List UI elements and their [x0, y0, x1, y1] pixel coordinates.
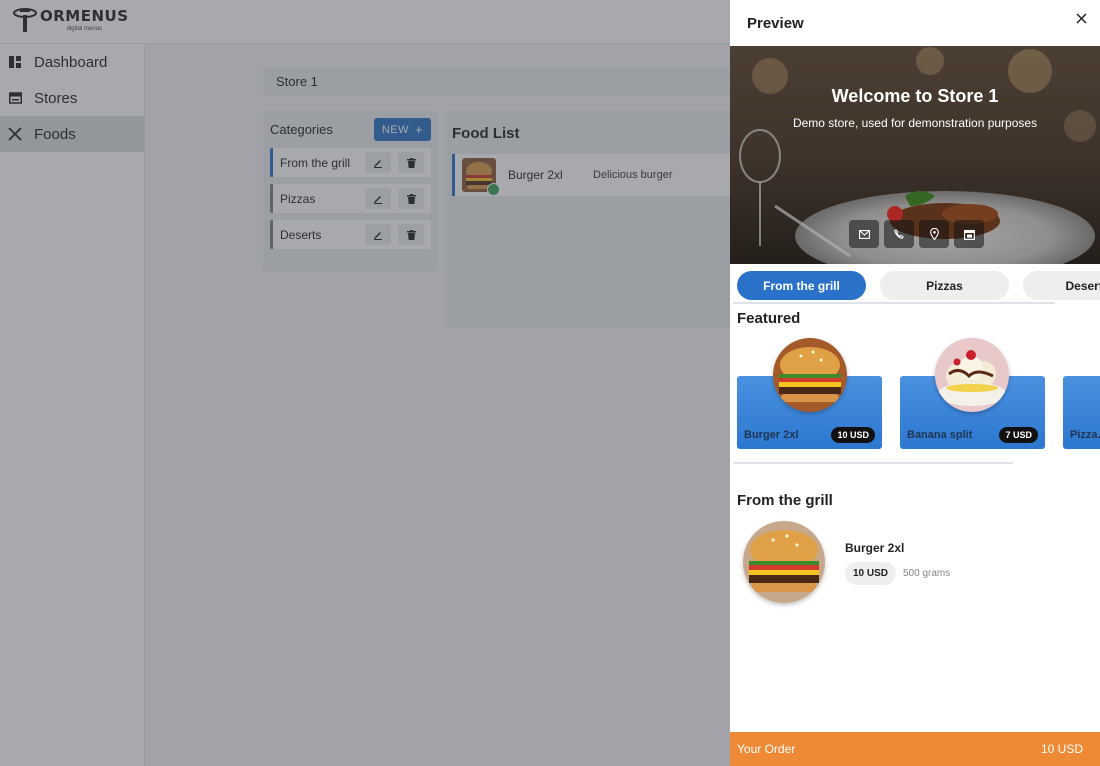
mail-button[interactable] — [849, 220, 879, 248]
featured-price: 7 USD — [999, 427, 1038, 443]
hero-title: Welcome to Store 1 — [831, 86, 999, 106]
menu-item-name: Burger 2xl — [845, 541, 905, 555]
modal-backdrop[interactable] — [0, 0, 730, 766]
order-total: 10 USD — [1040, 742, 1083, 756]
menu-item-weight: 500 grams — [903, 568, 951, 579]
tabs-scrollbar[interactable] — [733, 302, 1055, 304]
hero-subtitle: Demo store, used for demonstration purpo… — [792, 116, 1038, 130]
tab-pizzas[interactable]: Pizzas — [880, 271, 1009, 300]
tab-from-the-grill[interactable]: From the grill — [737, 271, 866, 300]
phone-icon — [894, 229, 904, 239]
menu-item-image — [743, 521, 825, 603]
tab-label: Deserts — [1065, 278, 1100, 293]
phone-button[interactable] — [884, 220, 914, 248]
your-order-bar[interactable]: Your Order 10 USD — [730, 732, 1100, 766]
featured-image — [935, 338, 1009, 412]
calendar-icon — [963, 229, 975, 240]
tab-label: From the grill — [763, 278, 840, 293]
featured-image — [773, 338, 847, 412]
calendar-button[interactable] — [954, 220, 984, 248]
mail-icon — [858, 229, 870, 239]
tab-deserts[interactable]: Deserts — [1023, 271, 1100, 300]
preview-drawer: Preview Welcome to Store 1 Demo store, u… — [730, 0, 1100, 766]
featured-name: Burger 2xl — [744, 429, 799, 441]
hero-banner: Welcome to Store 1 Demo store, used for … — [730, 46, 1100, 264]
featured-price: 10 USD — [831, 427, 875, 443]
close-icon — [1075, 12, 1087, 24]
location-icon — [929, 228, 939, 240]
location-button[interactable] — [919, 220, 949, 248]
featured-card[interactable]: Pizza... — [1063, 376, 1100, 449]
menu-item-price: 10 USD — [845, 562, 897, 585]
menu-item[interactable]: Burger 2xl 10 USD 500 grams — [737, 521, 1093, 603]
featured-name: Pizza... — [1070, 429, 1100, 441]
featured-name: Banana split — [907, 429, 973, 441]
section-title: From the grill — [737, 492, 833, 509]
category-tabs: From the grill Pizzas Deserts — [737, 271, 1100, 301]
order-label: Your Order — [737, 742, 796, 756]
tab-label: Pizzas — [926, 278, 963, 293]
featured-carousel: Burger 2xl 10 USD Banana split 7 USD Piz… — [737, 338, 1100, 453]
featured-scrollbar[interactable] — [733, 462, 1013, 464]
drawer-title: Preview — [747, 15, 804, 32]
featured-title: Featured — [737, 310, 801, 327]
close-button[interactable] — [1073, 10, 1089, 26]
